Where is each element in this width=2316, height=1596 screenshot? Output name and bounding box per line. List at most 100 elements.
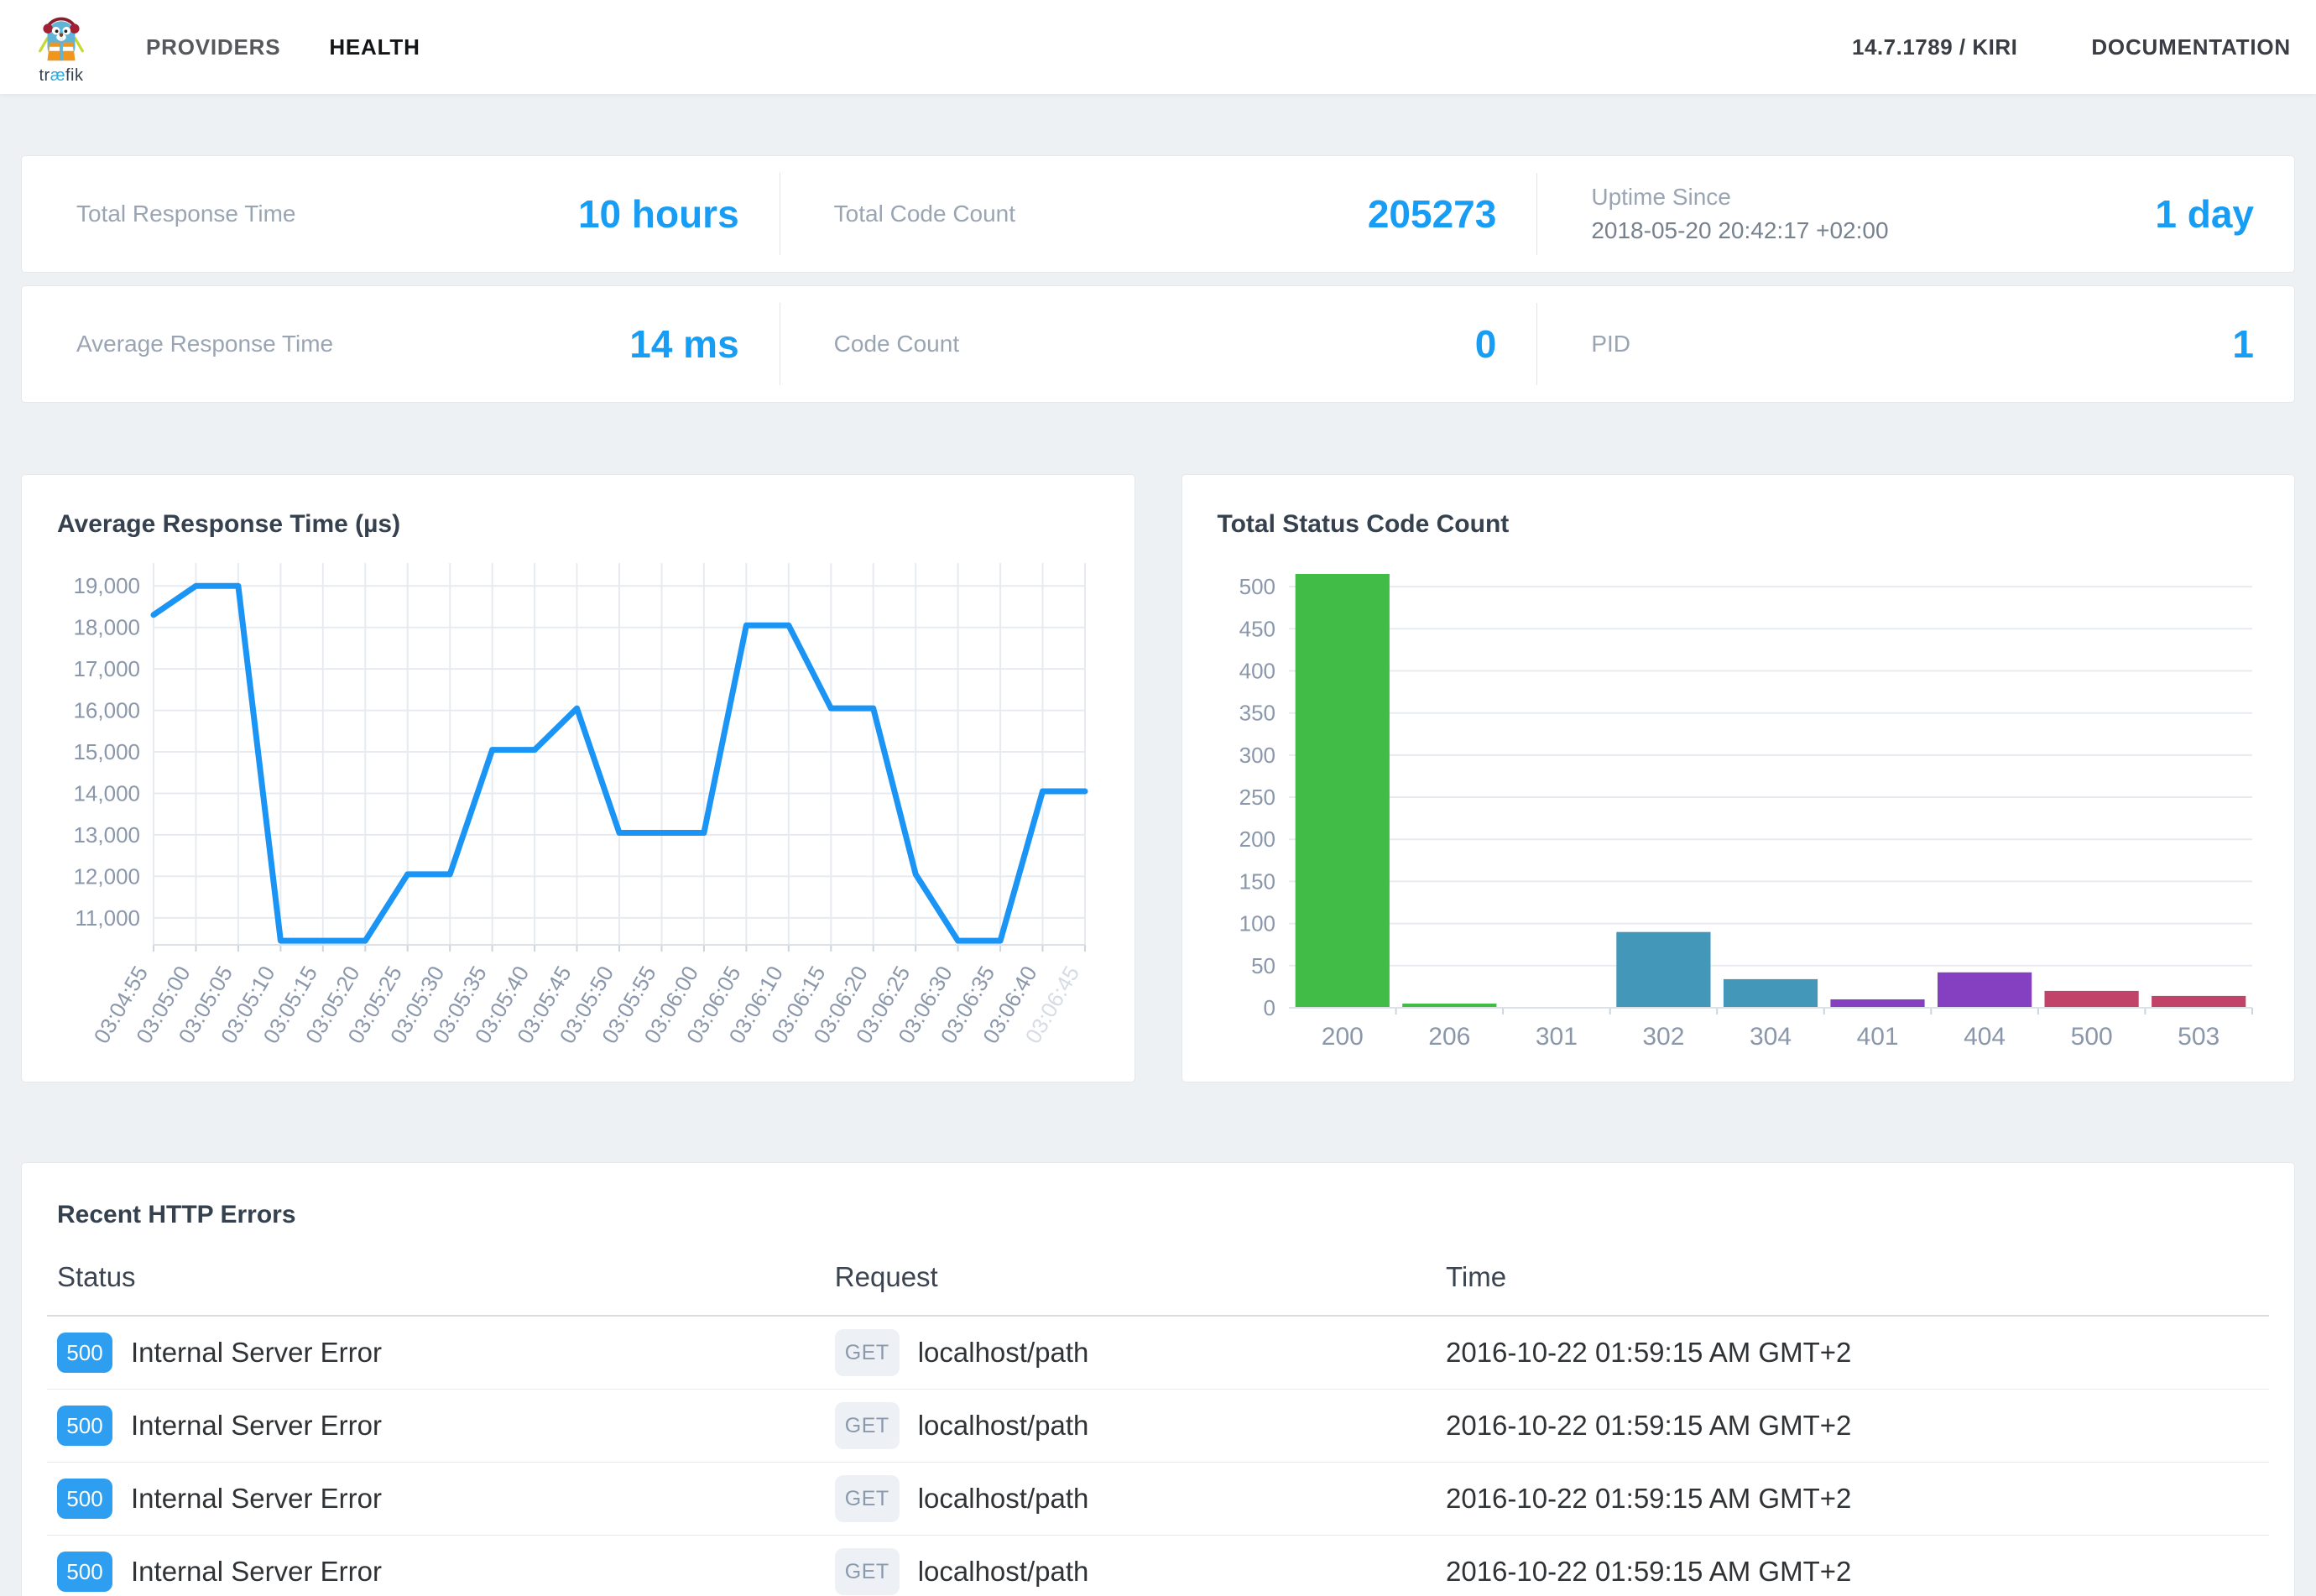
status-code-count-chart-card: Total Status Code Count 0 50 100 150 200 250 3… bbox=[1181, 474, 2296, 1082]
stat-value: 205273 bbox=[1368, 191, 1497, 237]
stat-value: 10 hours bbox=[578, 191, 739, 237]
column-header-request: Request bbox=[825, 1261, 1436, 1293]
line-chart-svg: 11,000 12,000 13,000 14,000 15,000 16,000 17,0… bbox=[57, 550, 1098, 1054]
svg-text:17,000: 17,000 bbox=[73, 656, 140, 681]
http-method-badge: GET bbox=[835, 1329, 900, 1376]
svg-text:13,000: 13,000 bbox=[73, 822, 140, 848]
stat-pid: PID 1 bbox=[1536, 286, 2294, 402]
svg-text:15,000: 15,000 bbox=[73, 739, 140, 764]
svg-text:206: 206 bbox=[1428, 1023, 1470, 1051]
status-code-badge: 500 bbox=[57, 1552, 112, 1592]
stat-value: 1 bbox=[2232, 321, 2254, 367]
svg-text:503: 503 bbox=[2178, 1023, 2220, 1051]
svg-text:19,000: 19,000 bbox=[73, 573, 140, 598]
svg-text:100: 100 bbox=[1239, 911, 1275, 936]
svg-text:500: 500 bbox=[2070, 1023, 2112, 1051]
svg-text:450: 450 bbox=[1239, 616, 1275, 641]
stat-average-response-time: Average Response Time 14 ms bbox=[22, 286, 780, 402]
stat-label: Total Response Time bbox=[76, 201, 295, 227]
svg-text:12,000: 12,000 bbox=[73, 863, 140, 889]
table-row[interactable]: 500 Internal Server Error GET localhost/pat… bbox=[47, 1390, 2269, 1463]
errors-table-body: 500 Internal Server Error GET localhost/pat… bbox=[47, 1317, 2269, 1596]
svg-text:200: 200 bbox=[1239, 827, 1275, 852]
bar-chart-title: Total Status Code Count bbox=[1218, 510, 2261, 539]
svg-text:500: 500 bbox=[1239, 574, 1275, 599]
errors-table-title: Recent HTTP Errors bbox=[47, 1201, 2269, 1229]
table-row[interactable]: 500 Internal Server Error GET localhost/pat… bbox=[47, 1536, 2269, 1596]
svg-text:16,000: 16,000 bbox=[73, 698, 140, 723]
recent-http-errors-card: Recent HTTP Errors Status Request Time 5… bbox=[21, 1162, 2295, 1596]
request-cell: GET localhost/path bbox=[825, 1475, 1436, 1522]
status-cell: 500 Internal Server Error bbox=[47, 1552, 825, 1592]
stats-card-current: Average Response Time 14 ms Code Count 0… bbox=[21, 285, 2295, 403]
request-path: localhost/path bbox=[918, 1337, 1089, 1369]
svg-text:400: 400 bbox=[1239, 659, 1275, 684]
stat-label: Average Response Time bbox=[76, 331, 333, 357]
nav-tab-providers[interactable]: PROVIDERS bbox=[146, 34, 280, 60]
column-header-status: Status bbox=[47, 1261, 825, 1293]
stat-uptime-since: Uptime Since 2018-05-20 20:42:17 +02:00 … bbox=[1536, 156, 2294, 272]
average-response-time-chart-card: Average Response Time (µs) 11,00012,0001… bbox=[21, 474, 1135, 1082]
svg-text:304: 304 bbox=[1749, 1023, 1791, 1051]
table-row[interactable]: 500Internal Server ErrorGET localhost/pat… bbox=[47, 1463, 2269, 1536]
svg-text:250: 250 bbox=[1239, 785, 1275, 810]
stat-label: Code Count bbox=[834, 331, 959, 357]
http-method-badge: GET bbox=[835, 1402, 900, 1449]
svg-text:301: 301 bbox=[1535, 1023, 1577, 1051]
request-cell: GET localhost/path bbox=[825, 1548, 1436, 1595]
request-cell: GET localhost/path bbox=[825, 1329, 1436, 1376]
status-cell: 500 Internal Server Error bbox=[47, 1406, 825, 1446]
svg-text:404: 404 bbox=[1964, 1023, 2006, 1051]
logo-wordmark: træfik bbox=[39, 66, 83, 86]
stat-label: Uptime Since bbox=[1591, 184, 1888, 211]
column-header-time: Time bbox=[1436, 1261, 2269, 1293]
svg-text:11,000: 11,000 bbox=[75, 905, 140, 931]
stats-card-totals: Total Response Time 10 hours Total Code … bbox=[21, 155, 2295, 273]
svg-text:350: 350 bbox=[1239, 701, 1275, 726]
stat-label: PID bbox=[1591, 331, 1630, 357]
status-cell: 500Internal Server Error bbox=[47, 1479, 825, 1519]
error-time: 2016-10-22 01:59:15 AM GMT+2 bbox=[1436, 1410, 2269, 1442]
svg-text:200: 200 bbox=[1321, 1023, 1363, 1051]
svg-text:302: 302 bbox=[1642, 1023, 1684, 1051]
status-cell: 500 Internal Server Error bbox=[47, 1333, 825, 1373]
nav-tab-health[interactable]: HEALTH bbox=[329, 34, 420, 60]
line-chart-canvas[interactable]: 11,000 12,000 13,000 14,000 15,000 16,000 17,0… bbox=[57, 550, 1101, 1054]
http-method-badge: GET bbox=[835, 1548, 900, 1595]
navbar: træfik PROVIDERS HEALTH 14.7.1789 / KIRI… bbox=[0, 0, 2316, 94]
status-code-badge: 500 bbox=[57, 1406, 112, 1446]
status-code-badge: 500 bbox=[57, 1333, 112, 1373]
status-text: Internal Server Error bbox=[131, 1410, 382, 1442]
svg-text:401: 401 bbox=[1856, 1023, 1898, 1051]
traefik-gopher-icon bbox=[34, 8, 88, 68]
svg-text:14,000: 14,000 bbox=[73, 781, 140, 806]
line-chart-title: Average Response Time (µs) bbox=[57, 510, 1101, 539]
status-text: Internal Server Error bbox=[131, 1556, 382, 1588]
version-label: 14.7.1789 / KIRI bbox=[1852, 34, 2017, 60]
svg-text:150: 150 bbox=[1239, 868, 1275, 894]
table-row[interactable]: 500 Internal Server Error GET localhost/pat… bbox=[47, 1317, 2269, 1390]
request-path: localhost/path bbox=[918, 1556, 1089, 1588]
stat-total-code-count: Total Code Count 205273 bbox=[780, 156, 1537, 272]
stat-value: 1 day bbox=[2155, 191, 2254, 237]
http-method-badge: GET bbox=[835, 1475, 900, 1522]
traefik-logo[interactable]: træfik bbox=[25, 8, 97, 86]
svg-text:18,000: 18,000 bbox=[73, 615, 140, 640]
bar-chart-canvas[interactable]: 0 50 100 150 200 250 300 350 400 450 500 200 206 301 3… bbox=[1218, 550, 2261, 1054]
stat-label: Total Code Count bbox=[834, 201, 1015, 227]
stat-code-count: Code Count 0 bbox=[780, 286, 1537, 402]
error-time: 2016-10-22 01:59:15 AM GMT+2 bbox=[1436, 1556, 2269, 1588]
status-text: Internal Server Error bbox=[131, 1337, 382, 1369]
stat-sublabel: 2018-05-20 20:42:17 +02:00 bbox=[1591, 217, 1888, 244]
bar-chart-svg: 0 50 100 150 200 250 300 350 400 450 500 200 206 301 3… bbox=[1218, 550, 2258, 1054]
stat-total-response-time: Total Response Time 10 hours bbox=[22, 156, 780, 272]
error-time: 2016-10-22 01:59:15 AM GMT+2 bbox=[1436, 1483, 2269, 1515]
request-path: localhost/path bbox=[918, 1483, 1089, 1515]
nav-documentation-link[interactable]: DOCUMENTATION bbox=[2091, 34, 2291, 60]
svg-text:300: 300 bbox=[1239, 743, 1275, 768]
svg-text:0: 0 bbox=[1263, 995, 1275, 1020]
stat-value: 0 bbox=[1475, 321, 1497, 367]
request-path: localhost/path bbox=[918, 1410, 1089, 1442]
svg-text:50: 50 bbox=[1251, 953, 1275, 978]
status-text: Internal Server Error bbox=[131, 1483, 382, 1515]
